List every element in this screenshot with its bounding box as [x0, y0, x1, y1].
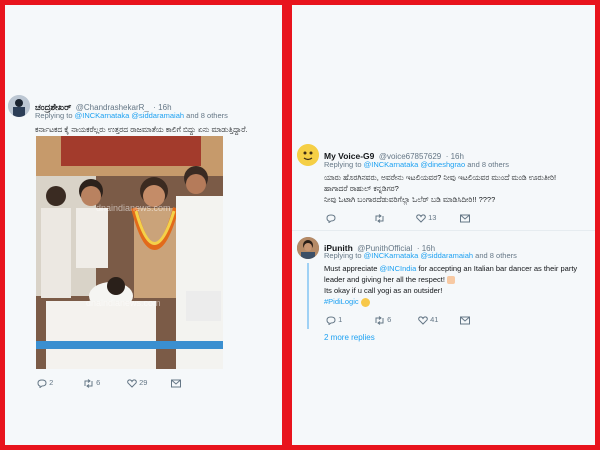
- reply-count: 1: [338, 315, 343, 324]
- like-count: 13: [428, 213, 437, 222]
- like-button[interactable]: 29: [127, 378, 147, 388]
- retweet-button[interactable]: 6: [374, 315, 391, 325]
- tweet-actions: 2 6 29: [37, 378, 237, 390]
- like-count: 41: [430, 315, 439, 324]
- like-button[interactable]: 13: [416, 213, 436, 223]
- avatar[interactable]: [297, 144, 319, 166]
- tweet-actions: 13: [326, 213, 526, 225]
- tweet-ipunith[interactable]: iPunith @PunithOfficial · 16h Replying t…: [292, 231, 595, 351]
- watermark-top: dnaindianews.com: [96, 203, 171, 213]
- replying-to: Replying to @INCKarnataka @siddaramaiah …: [35, 111, 228, 120]
- mention-link[interactable]: @INCIndia: [379, 264, 416, 273]
- clapping-hands-emoji-icon: [447, 276, 456, 285]
- envelope-icon: [460, 214, 470, 223]
- like-count: 29: [139, 378, 148, 387]
- person-avatar-icon: [297, 237, 319, 259]
- tweet-text: ಕರ್ನಾಟಕದ ಕೈ ನಾಯಕರೆಲ್ಲರು ಉತ್ತರದ ರಾಜಮಾತೆಯ …: [35, 125, 248, 134]
- hashtag-link[interactable]: #PidiLogic: [324, 297, 359, 306]
- retweet-count: 6: [96, 378, 101, 387]
- more-replies-link[interactable]: 2 more replies: [324, 333, 375, 342]
- replying-to: Replying to @INCKarnataka @dineshgrao an…: [324, 160, 509, 169]
- retweet-icon: [84, 378, 93, 388]
- tweet-my-voice[interactable]: My Voice-G9 @voice67857629 · 16h Replyin…: [292, 140, 595, 230]
- tweet-line: #PidiLogic: [324, 296, 592, 307]
- retweet-button[interactable]: 6: [83, 378, 100, 388]
- like-button[interactable]: 41: [418, 315, 438, 325]
- reply-icon: [37, 379, 47, 389]
- reply-count: 2: [49, 378, 54, 387]
- left-screenshot-panel: ಚಂದ್ರಶೇಖರ್ @ChandrashekarR_ · 16h Replyi…: [0, 0, 287, 450]
- direct-message-button[interactable]: [460, 315, 470, 325]
- envelope-icon: [171, 379, 181, 388]
- reply-others[interactable]: and 8 others: [475, 251, 517, 260]
- tweet-photo[interactable]: dnaindianews.com dnaindianews.com: [36, 136, 223, 369]
- tweet-text: Must appreciate @INCIndia for accepting …: [324, 263, 592, 307]
- heart-icon: [418, 315, 428, 325]
- tweet-line: ನೀವು ಓಟಾಗಿ ಬಂಗಾರದೆಡುವರಿಗೆಲ್ಲಾ ಓಲೆ‌ರ್ ಬಡಿ…: [324, 195, 496, 204]
- avatar[interactable]: [297, 237, 319, 259]
- tweet-line: ಹಾಗಾದರೆ ರಾಹುಲ್ ಕನ್ನಡಿಗರ?: [324, 184, 399, 193]
- reply-button[interactable]: 1: [326, 315, 343, 326]
- tweet-text: ಯಾರು ಹೊರಗಿನವರು, ಅವರೇನು ಇಟಲಿಯವರ? ನೀವು ಇಟಲ…: [324, 172, 592, 205]
- tweet-line: leader and giving her all the respect!: [324, 274, 592, 285]
- heart-icon: [416, 213, 426, 223]
- reply-mentions[interactable]: @INCKarnataka @siddaramaiah: [364, 251, 473, 260]
- tweet-chandrashekar[interactable]: ಚಂದ್ರಶೇಖರ್ @ChandrashekarR_ · 16h Replyi…: [5, 5, 282, 445]
- reply-mentions[interactable]: @INCKarnataka @dineshgrao: [364, 160, 466, 169]
- tweet-actions: 1 6 41: [326, 315, 526, 327]
- right-screenshot-panel: My Voice-G9 @voice67857629 · 16h Replyin…: [287, 0, 600, 450]
- smiley-avatar-icon: [297, 144, 319, 166]
- photo-illustration: dnaindianews.com dnaindianews.com: [36, 136, 223, 369]
- tweet-line: ಯಾರು ಹೊರಗಿನವರು, ಅವರೇನು ಇಟಲಿಯವರ? ನೀವು ಇಟಲ…: [324, 173, 557, 182]
- retweet-icon: [375, 315, 384, 325]
- reply-button[interactable]: 2: [37, 378, 54, 389]
- direct-message-button[interactable]: [460, 213, 470, 223]
- laughing-face-emoji-icon: [360, 297, 370, 307]
- reply-button[interactable]: [326, 213, 336, 224]
- watermark-bottom: dnaindianews.com: [86, 298, 161, 308]
- tweet-line: Must appreciate @INCIndia for accepting …: [324, 264, 578, 273]
- avatar[interactable]: [8, 95, 30, 117]
- retweet-button[interactable]: [374, 213, 385, 223]
- direct-message-button[interactable]: [171, 378, 181, 388]
- replying-to: Replying to @INCKarnataka @siddaramaiah …: [324, 251, 517, 260]
- heart-icon: [127, 378, 137, 388]
- thread-line: [307, 263, 309, 329]
- reply-icon: [326, 316, 336, 326]
- person-avatar-icon: [8, 95, 30, 117]
- reply-mentions[interactable]: @INCKarnataka @siddaramaiah: [75, 111, 184, 120]
- envelope-icon: [460, 316, 470, 325]
- reply-others[interactable]: and 8 others: [467, 160, 509, 169]
- tweet-line: Its okay if u call yogi as an outsider!: [324, 286, 443, 295]
- reply-icon: [326, 214, 336, 224]
- retweet-count: 6: [387, 315, 392, 324]
- retweet-icon: [375, 213, 384, 223]
- reply-others[interactable]: and 8 others: [186, 111, 228, 120]
